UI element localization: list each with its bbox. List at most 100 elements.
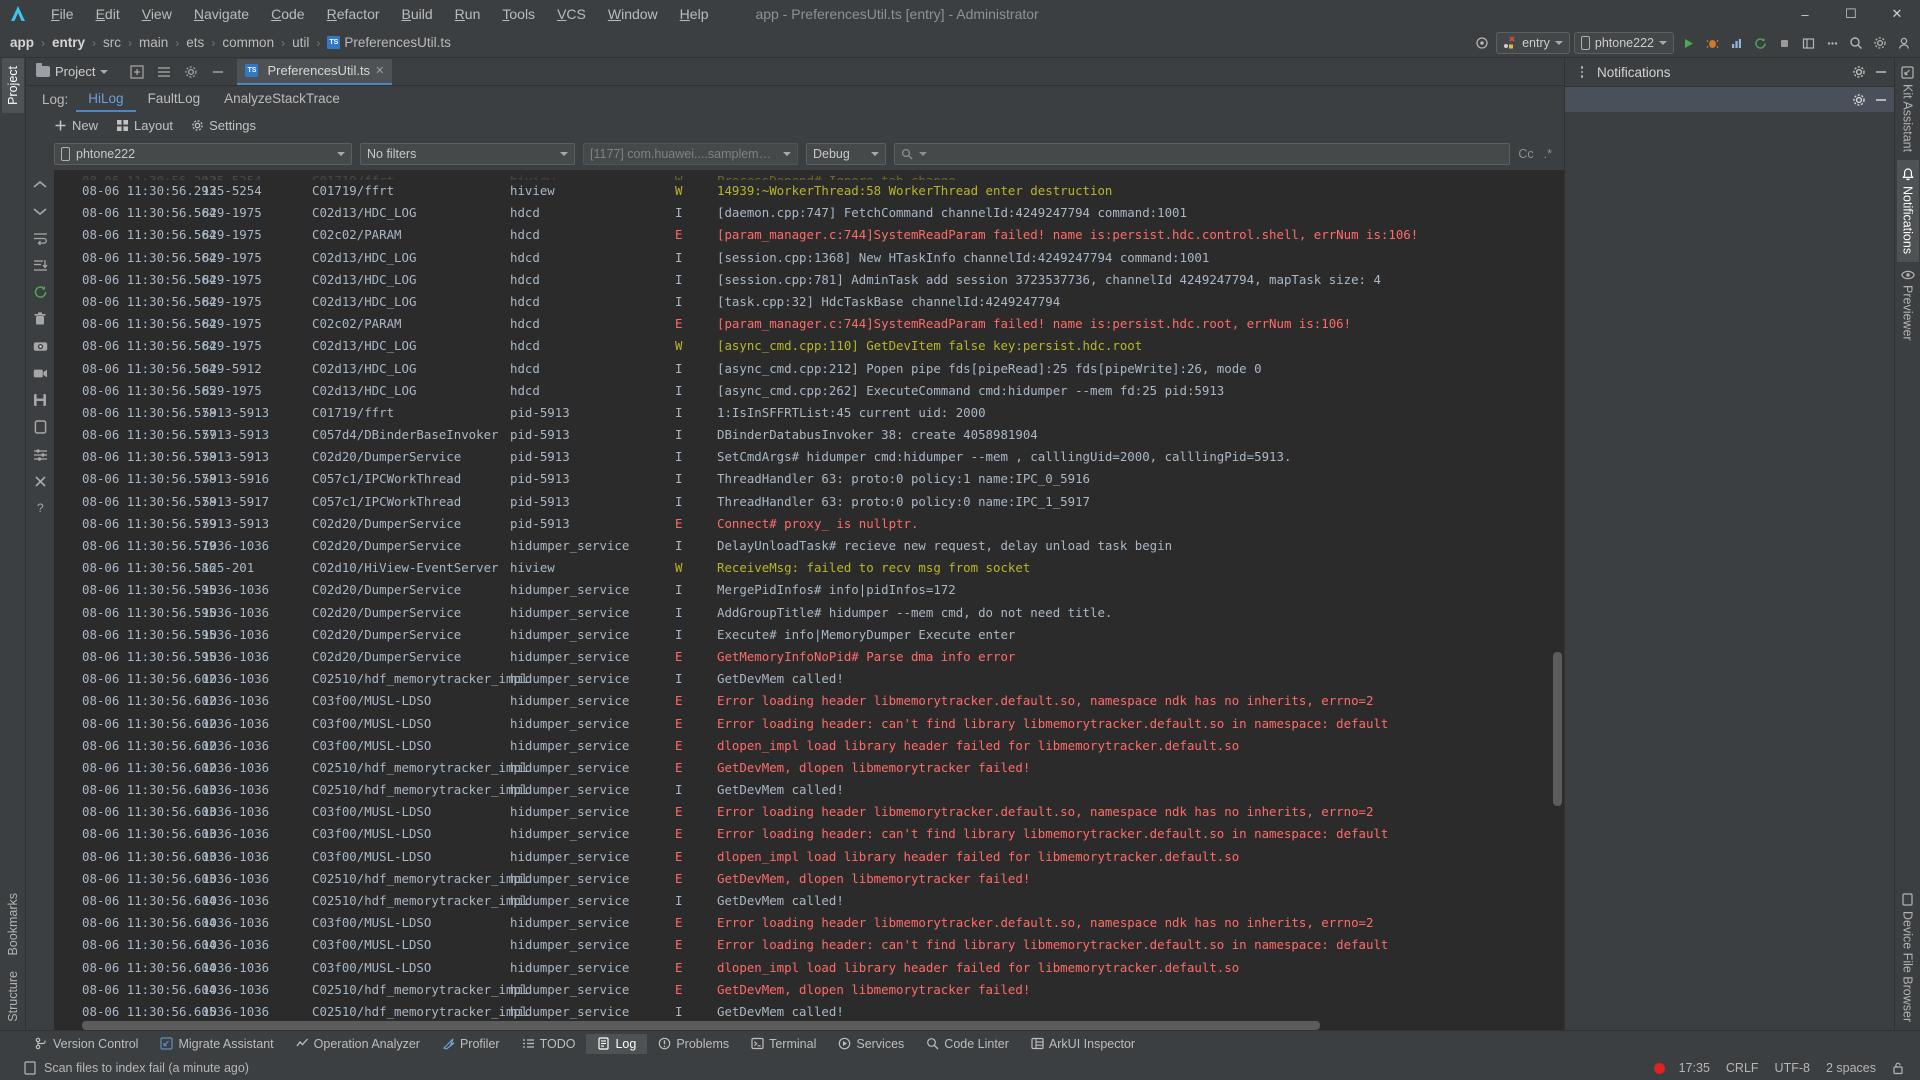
table-row[interactable]: 08-06 11:30:56.564 829-5912 C02d13/HDC_LOG…: [54, 358, 1564, 380]
breadcrumb-item-src[interactable]: src: [101, 35, 123, 50]
table-row[interactable]: 08-06 11:30:56.602 1036-1036 C03f00/MUSL-L…: [54, 713, 1564, 735]
table-row[interactable]: 08-06 11:30:56.595 1036-1036 C02d20/Dumper…: [54, 579, 1564, 601]
table-row[interactable]: 08-06 11:30:56.579 5913-5913 C02d20/Dumper…: [54, 513, 1564, 535]
table-row[interactable]: 08-06 11:30:56.595 1036-1036 C02d20/Dumper…: [54, 602, 1564, 624]
breadcrumb-item-util[interactable]: util: [290, 35, 311, 50]
table-row[interactable]: 08-06 11:30:56.602 1036-1036 C02510/hdf_me…: [54, 757, 1564, 779]
log-preferences-icon[interactable]: [29, 444, 51, 464]
restart-logcat-icon[interactable]: [29, 282, 51, 302]
help-icon[interactable]: ?: [29, 498, 51, 518]
status-line-separator[interactable]: CRLF: [1718, 1061, 1767, 1075]
table-row[interactable]: 08-06 11:30:56.578 5913-5917 C057c1/IPCWor…: [54, 491, 1564, 513]
status-encoding[interactable]: UTF-8: [1767, 1061, 1818, 1075]
recording-dot-icon[interactable]: [1653, 1062, 1665, 1074]
table-row[interactable]: 08-06 11:30:56.595 1036-1036 C02d20/Dumper…: [54, 646, 1564, 668]
breadcrumb-file[interactable]: TS PreferencesUtil.ts: [325, 35, 453, 50]
table-row[interactable]: 08-06 11:30:56.604 1036-1036 C02510/hdf_me…: [54, 979, 1564, 1001]
table-row[interactable]: 08-06 11:30:56.602 1036-1036 C03f00/MUSL-L…: [54, 690, 1564, 712]
minimize-button[interactable]: –: [1782, 0, 1828, 28]
match-case-toggle[interactable]: Cc: [1518, 147, 1533, 161]
close-log-icon[interactable]: [29, 471, 51, 491]
tool-window-terminal[interactable]: Terminal: [740, 1034, 827, 1054]
tab-faultlog[interactable]: FaultLog: [136, 91, 213, 112]
layout-switch-icon[interactable]: [1798, 32, 1818, 54]
table-row[interactable]: 08-06 11:30:56.578 5913-5913 C01719/ffrt pi…: [54, 402, 1564, 424]
table-row[interactable]: 08-06 11:30:56.602 1036-1036 C02510/hdf_me…: [54, 668, 1564, 690]
minimize-icon[interactable]: [1874, 93, 1888, 107]
tool-window-profiler[interactable]: Profiler: [431, 1034, 511, 1054]
table-row[interactable]: 08-06 11:30:56.595 1036-1036 C02d20/Dumper…: [54, 624, 1564, 646]
minimize-icon[interactable]: [1874, 65, 1888, 79]
sidebar-item-device-file-browser[interactable]: Device File Browser: [1897, 885, 1919, 1030]
table-row[interactable]: 08-06 11:30:56.564 829-1975 C02d13/HDC_LOG…: [54, 291, 1564, 313]
table-row[interactable]: 08-06 11:30:56.603 1036-1036 C03f00/MUSL-L…: [54, 846, 1564, 868]
breadcrumb-item-common[interactable]: common: [220, 35, 276, 50]
table-row[interactable]: 08-06 11:30:56.565 829-1975 C02d13/HDC_LOG…: [54, 380, 1564, 402]
close-button[interactable]: ✕: [1874, 0, 1920, 28]
menu-item-file[interactable]: File: [40, 4, 85, 24]
gear-icon[interactable]: [1852, 93, 1866, 107]
menu-item-view[interactable]: View: [131, 4, 183, 24]
log-level-selector[interactable]: Debug: [806, 143, 886, 165]
collapse-all-icon[interactable]: [157, 65, 171, 79]
tool-window-operation-analyzer[interactable]: Operation Analyzer: [285, 1034, 431, 1054]
tool-window-version-control[interactable]: Version Control: [24, 1034, 149, 1054]
run-icon[interactable]: [1678, 32, 1698, 54]
table-row[interactable]: 08-06 11:30:56.586 125-201 C02d10/HiView-E…: [54, 557, 1564, 579]
table-row[interactable]: 08-06 11:30:56.564 829-1975 C02c02/PARAM hd…: [54, 313, 1564, 335]
rerun-icon[interactable]: [1750, 32, 1770, 54]
tool-window-services[interactable]: Services: [827, 1034, 915, 1054]
menu-item-navigate[interactable]: Navigate: [183, 4, 260, 24]
table-row[interactable]: 08-06 11:30:56.603 1036-1036 C03f00/MUSL-L…: [54, 823, 1564, 845]
tool-window-todo[interactable]: TODO: [511, 1034, 587, 1054]
table-row[interactable]: 08-06 11:30:56.603 1036-1036 C03f00/MUSL-L…: [54, 801, 1564, 823]
table-row[interactable]: 08-06 11:30:56.604 1036-1036 C03f00/MUSL-L…: [54, 957, 1564, 979]
gear-icon[interactable]: [1852, 65, 1866, 79]
sidebar-item-structure[interactable]: Structure: [2, 963, 24, 1030]
target-icon[interactable]: [1472, 32, 1492, 54]
editor-tab-preferencesutil[interactable]: TS PreferencesUtil.ts ✕: [237, 58, 393, 85]
table-row[interactable]: 08-06 11:30:56.604 1036-1036 C03f00/MUSL-L…: [54, 912, 1564, 934]
log-filter-selector[interactable]: No filters: [360, 143, 575, 165]
sidebar-item-previewer[interactable]: Previewer: [1897, 262, 1919, 349]
tool-window-migrate-assistant[interactable]: Migrate Assistant: [149, 1034, 284, 1054]
sidebar-item-project[interactable]: Project: [1, 58, 24, 113]
menu-item-refactor[interactable]: Refactor: [316, 4, 391, 24]
device-screen-icon[interactable]: [29, 417, 51, 437]
table-row[interactable]: 08-06 11:30:56.564 829-1975 C02d13/HDC_LOG…: [54, 247, 1564, 269]
menu-item-help[interactable]: Help: [669, 4, 720, 24]
menu-item-vcs[interactable]: VCS: [546, 4, 597, 24]
settings-gear-icon[interactable]: [1870, 32, 1890, 54]
menu-item-build[interactable]: Build: [391, 4, 444, 24]
soft-wrap-icon[interactable]: [29, 228, 51, 248]
table-row[interactable]: 08-06 11:30:56.604 1036-1036 C02510/hdf_me…: [54, 890, 1564, 912]
clear-logs-trash-icon[interactable]: [29, 309, 51, 329]
table-row[interactable]: 08-06 11:30:56.578 5913-5916 C057c1/IPCWor…: [54, 468, 1564, 490]
vertical-scroll-thumb[interactable]: [1553, 651, 1562, 807]
table-row[interactable]: 08-06 11:30:56.604 1036-1036 C03f00/MUSL-L…: [54, 934, 1564, 956]
hide-panel-icon[interactable]: [211, 65, 225, 79]
scroll-down-icon[interactable]: [29, 201, 51, 221]
table-row[interactable]: 08-06 11:30:56.579 1036-1036 C02d20/Dumper…: [54, 535, 1564, 557]
table-row[interactable]: 08-06 11:30:56.578 5913-5913 C02d20/Dumper…: [54, 446, 1564, 468]
menu-item-code[interactable]: Code: [260, 4, 315, 24]
tab-hilog[interactable]: HiLog: [76, 91, 136, 112]
screen-record-icon[interactable]: [29, 363, 51, 383]
menu-item-edit[interactable]: Edit: [85, 4, 131, 24]
breadcrumb-item-entry[interactable]: entry: [50, 35, 87, 50]
log-settings-button[interactable]: Settings: [191, 118, 256, 133]
table-row[interactable]: 08-06 11:30:56.577 5913-5913 C057d4/DBinde…: [54, 424, 1564, 446]
sidebar-item-bookmarks[interactable]: Bookmarks: [2, 885, 24, 964]
stop-icon[interactable]: [1774, 32, 1794, 54]
save-logs-icon[interactable]: [29, 390, 51, 410]
expand-all-icon[interactable]: [130, 64, 145, 79]
log-search-input[interactable]: [894, 143, 1511, 165]
table-row[interactable]: 08-06 11:30:56.603 1036-1036 C02510/hdf_me…: [54, 868, 1564, 890]
horizontal-scrollbar[interactable]: [54, 1021, 1564, 1030]
table-row[interactable]: 08-06 11:30:56.603 1036-1036 C02510/hdf_me…: [54, 779, 1564, 801]
tool-window-arkui-inspector[interactable]: ArkUI Inspector: [1020, 1034, 1146, 1054]
log-device-selector[interactable]: phtone222: [54, 143, 352, 165]
tab-analyzestacktrace[interactable]: AnalyzeStackTrace: [212, 91, 352, 112]
search-icon[interactable]: [1846, 32, 1866, 54]
scroll-up-icon[interactable]: [29, 174, 51, 194]
